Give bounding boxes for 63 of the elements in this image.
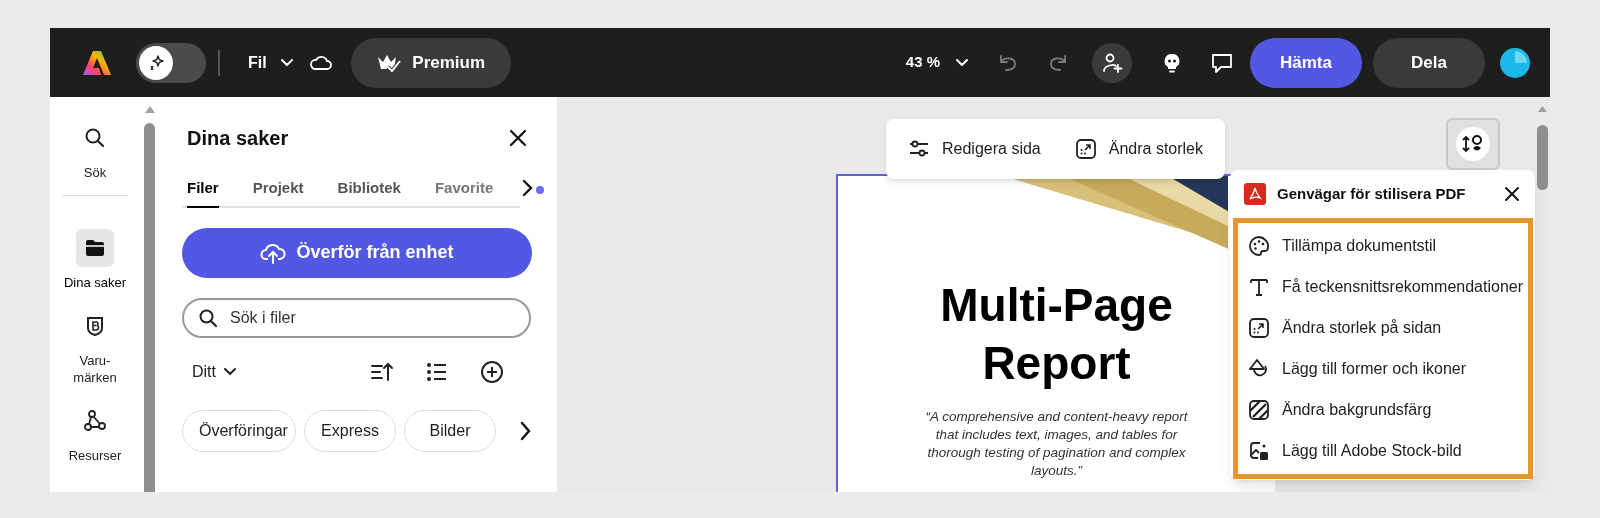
- scrollbar-thumb[interactable]: [1537, 125, 1548, 190]
- shortcut-item[interactable]: Ändra bakgrundsfärg: [1248, 398, 1528, 423]
- share-button[interactable]: Dela: [1373, 37, 1485, 88]
- rail-item[interactable]: Sök: [55, 119, 135, 181]
- striped-square-icon: [1248, 399, 1270, 422]
- quote-text: that includes text, images, and tables for: [935, 426, 1178, 444]
- chevron-down-icon: [224, 368, 236, 375]
- tab[interactable]: Favorite: [434, 177, 494, 208]
- search-field[interactable]: Sök i filer: [182, 297, 531, 338]
- shortcut-item[interactable]: Lägg till former och ikoner: [1248, 357, 1528, 382]
- shortcut-item[interactable]: Lägg till Adobe Stock-bild: [1248, 439, 1528, 464]
- palette-icon: [1248, 234, 1270, 257]
- resize-icon: [1074, 138, 1097, 160]
- scrollbar-thumb[interactable]: [144, 123, 155, 492]
- quote-text: “A comprehensive and content-heavy report: [925, 408, 1188, 426]
- nodes-icon: [83, 409, 107, 433]
- rail-item[interactable]: Dina saker: [55, 229, 135, 291]
- quote-text: thorough testing of pagination and complex: [927, 444, 1186, 462]
- download-button[interactable]: Hämta: [1250, 37, 1362, 88]
- toolbar-button[interactable]: Redigera sida: [908, 137, 1041, 161]
- add-circle-icon[interactable]: [480, 359, 504, 384]
- tab[interactable]: Bibliotek: [337, 177, 401, 208]
- owner-dropdown[interactable]: Ditt: [192, 359, 236, 384]
- close-icon[interactable]: [1503, 185, 1521, 203]
- search-icon: [198, 307, 218, 328]
- file-menu[interactable]: Fil: [248, 50, 293, 75]
- lightbulb-icon[interactable]: [1162, 51, 1182, 74]
- chevron-down-icon: [956, 59, 968, 66]
- chevron-right-icon[interactable]: [518, 419, 532, 442]
- shortcut-item[interactable]: Få teckensnittsrekommendationer: [1248, 274, 1528, 299]
- pdf-icon: [1244, 183, 1266, 205]
- upload-button[interactable]: Överför från enhet: [182, 227, 532, 278]
- scroll-up-icon[interactable]: [144, 105, 156, 114]
- rail-item[interactable]: Resurser: [55, 402, 135, 464]
- style-shortcut-button[interactable]: [1446, 118, 1500, 170]
- indicator-dot-icon: [536, 185, 544, 194]
- image-icon: [1248, 440, 1270, 463]
- sort-icon[interactable]: [370, 360, 394, 383]
- user-avatar[interactable]: [1500, 47, 1530, 78]
- swap-shapes-icon: [1456, 127, 1490, 161]
- app-logo-icon[interactable]: [82, 48, 112, 77]
- rail-item[interactable]: Varu- märken: [55, 307, 135, 386]
- person-add-icon: [1101, 51, 1123, 74]
- premium-button[interactable]: Premium: [350, 37, 511, 88]
- close-icon[interactable]: [508, 128, 528, 148]
- tab[interactable]: Filer: [187, 177, 219, 208]
- shortcut-item[interactable]: Ändra storlek på sidan: [1248, 315, 1528, 340]
- shortcut-item[interactable]: Tillämpa dokumentstil: [1248, 233, 1528, 258]
- zoom-dropdown[interactable]: 43 %: [905, 51, 968, 74]
- chevron-down-icon: [280, 59, 293, 66]
- quote-text: layouts.”: [1031, 462, 1082, 480]
- mode-toggle[interactable]: [136, 42, 206, 83]
- panel-title: Dina saker: [187, 126, 289, 151]
- shortcuts-title: Genvägar för stilisera PDF: [1277, 183, 1466, 204]
- resize-icon: [1248, 316, 1270, 339]
- toolbar-button[interactable]: Ändra storlek: [1074, 137, 1203, 161]
- tab[interactable]: Projekt: [252, 177, 304, 208]
- list-view-icon[interactable]: [425, 360, 449, 383]
- search-icon: [83, 126, 107, 150]
- comment-icon[interactable]: [1210, 51, 1234, 74]
- document-title: Multi-Page: [940, 278, 1173, 333]
- invite-button[interactable]: [1092, 42, 1132, 83]
- document-title: Report: [982, 336, 1131, 391]
